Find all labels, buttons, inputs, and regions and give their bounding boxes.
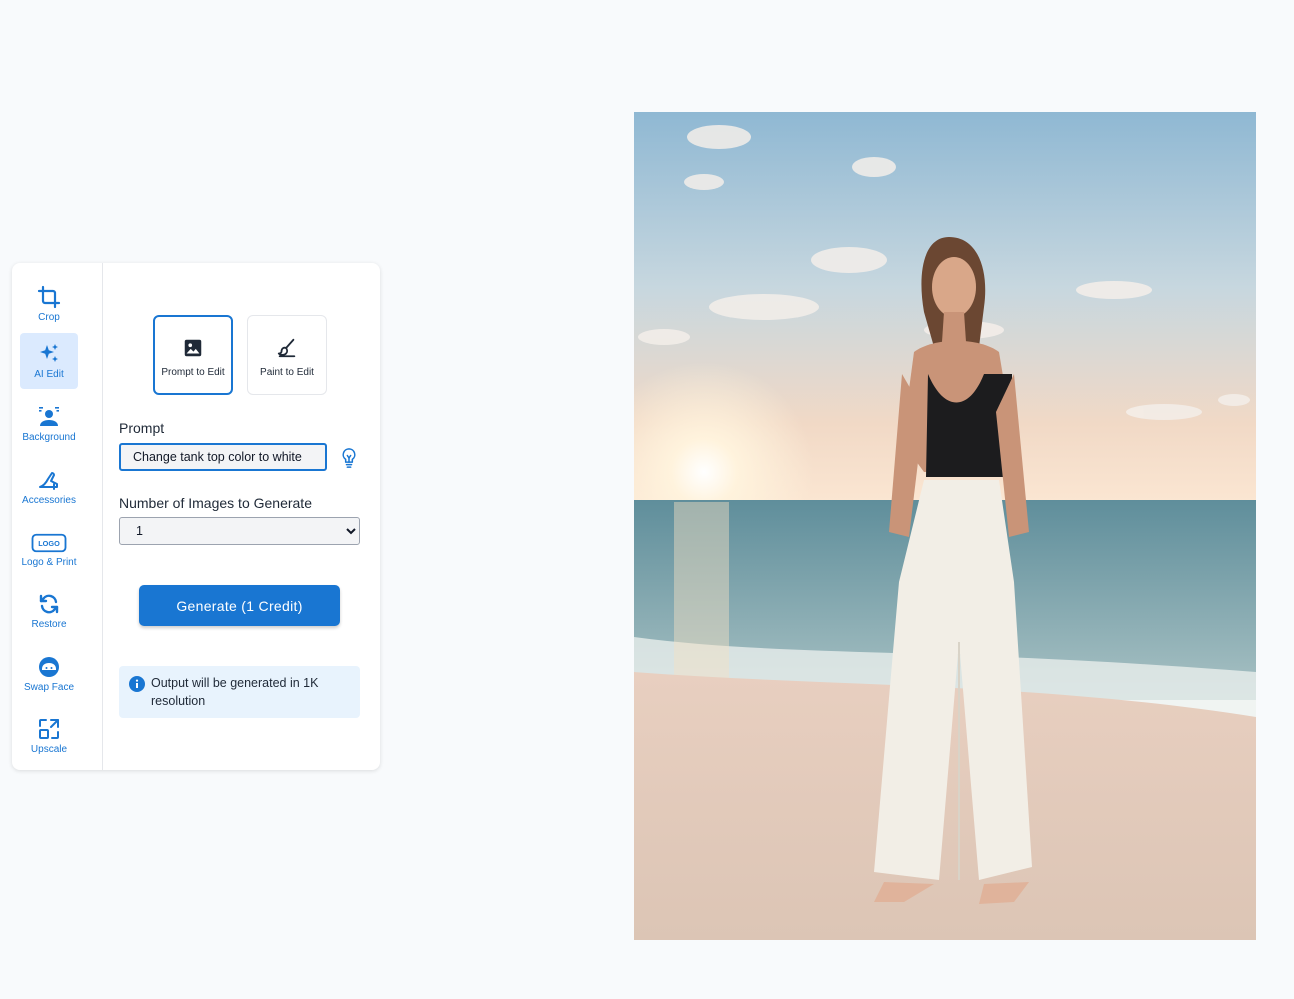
tool-label: Restore xyxy=(31,619,67,630)
tool-logo-print[interactable]: LOGO Logo & Print xyxy=(20,522,78,578)
tool-restore[interactable]: Restore xyxy=(20,583,78,639)
image-count-label: Number of Images to Generate xyxy=(119,495,312,511)
brush-icon xyxy=(277,338,296,357)
generate-button[interactable]: Generate (1 Credit) xyxy=(139,585,340,626)
info-text: Output will be generated in 1K resolutio… xyxy=(151,676,319,708)
editor-content: Prompt to Edit Paint to Edit Prompt Numb… xyxy=(103,263,380,770)
crop-icon xyxy=(37,285,61,309)
image-icon xyxy=(184,339,202,356)
high-heel-icon xyxy=(39,472,58,490)
tool-label: Logo & Print xyxy=(21,557,77,568)
prompt-to-edit-option[interactable]: Prompt to Edit xyxy=(153,315,233,395)
restore-icon xyxy=(39,594,59,614)
prompt-input[interactable] xyxy=(119,443,327,471)
svg-text:LOGO: LOGO xyxy=(38,539,60,548)
tool-label: AI Edit xyxy=(34,369,64,380)
tool-accessories[interactable]: Accessories xyxy=(20,459,78,515)
prompt-label: Prompt xyxy=(119,420,165,436)
image-count-select[interactable]: 1 xyxy=(119,517,360,545)
tool-rail: Crop AI Edit Background Accessories LOGO… xyxy=(12,263,103,770)
tool-label: Accessories xyxy=(22,495,76,506)
tool-ai-edit[interactable]: AI Edit xyxy=(20,333,78,389)
sparkles-icon xyxy=(40,344,58,362)
mode-label: Paint to Edit xyxy=(260,366,314,378)
tool-label: Swap Face xyxy=(23,682,75,693)
tool-label: Crop xyxy=(38,312,60,323)
logo-icon: LOGO xyxy=(31,533,67,553)
info-icon xyxy=(129,676,145,692)
mode-label: Prompt to Edit xyxy=(161,366,225,378)
tool-label: Upscale xyxy=(30,744,68,755)
tool-label: Background xyxy=(22,432,76,443)
tool-swap-face[interactable]: Swap Face xyxy=(20,646,78,702)
info-banner: Output will be generated in 1K resolutio… xyxy=(119,666,360,718)
face-icon xyxy=(39,657,59,677)
upscale-icon xyxy=(39,719,59,739)
ai-edit-panel: Crop AI Edit Background Accessories LOGO… xyxy=(12,263,380,770)
paint-to-edit-option[interactable]: Paint to Edit xyxy=(247,315,327,395)
tool-upscale[interactable]: Upscale xyxy=(20,708,78,764)
lightbulb-icon[interactable] xyxy=(339,447,359,469)
generated-image xyxy=(634,112,1256,940)
tool-background[interactable]: Background xyxy=(20,396,78,452)
beach-photo xyxy=(634,112,1256,940)
background-person-icon xyxy=(39,407,59,426)
tool-crop[interactable]: Crop xyxy=(20,276,78,332)
